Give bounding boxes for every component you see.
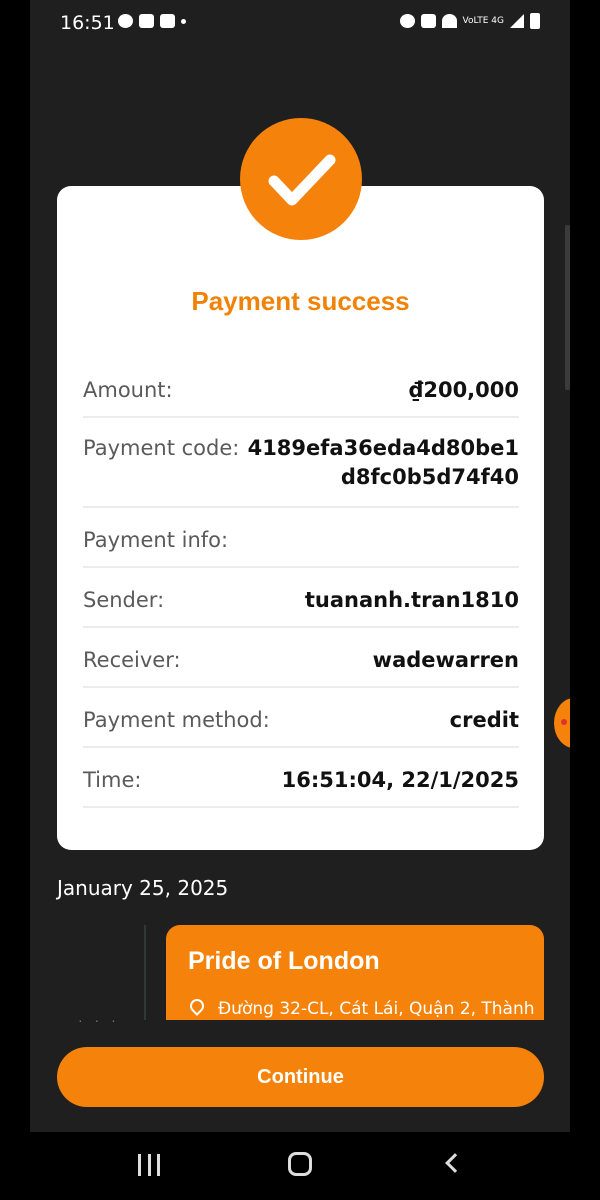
mute-icon [420, 14, 436, 28]
detail-row-payment-info: Payment info: [83, 508, 519, 568]
video-icon [160, 14, 175, 28]
detail-label: Payment method: [83, 708, 270, 732]
phone-screen: 16:51 VoLTE 4G January 25, 2025 · · · Pr… [30, 0, 570, 1200]
detail-row-sender: Sender: tuananh.tran1810 [83, 568, 519, 628]
detail-label: Sender: [83, 588, 165, 612]
gallery-icon [139, 14, 154, 28]
signal-icon [510, 14, 524, 28]
battery-icon [530, 13, 540, 29]
event-address: Đường 32-CL, Cát Lái, Quận 2, Thành [218, 999, 535, 1019]
detail-label: Payment info: [83, 528, 229, 552]
detail-value: wadewarren [372, 648, 519, 672]
modal-title: Payment success [191, 286, 410, 316]
date-heading: January 25, 2025 [57, 876, 229, 900]
home-icon[interactable] [288, 1152, 312, 1176]
more-notifications-icon [181, 18, 186, 24]
messenger-icon [118, 14, 133, 28]
detail-label: Payment code: [83, 436, 240, 460]
detail-row-time: Time: 16:51:04, 22/1/2025 [83, 748, 519, 808]
alarm-icon [399, 14, 415, 28]
payment-details: Amount: ₫200,000 Payment code: 4189efa36… [83, 358, 519, 808]
detail-value: credit [449, 708, 519, 732]
network-label: VoLTE 4G [462, 15, 504, 26]
background-map-marker [554, 698, 570, 748]
detail-row-payment-code: Payment code: 4189efa36eda4d80be1d8fc0b5… [83, 418, 519, 508]
timeline-line [144, 925, 146, 1020]
status-time: 16:51 [60, 12, 115, 34]
hotspot-icon [441, 14, 457, 28]
timeline-dots: · · · [78, 1012, 120, 1028]
detail-label: Time: [83, 768, 142, 792]
notification-icons [118, 14, 186, 28]
detail-label: Receiver: [83, 648, 181, 672]
detail-value: 16:51:04, 22/1/2025 [281, 768, 519, 792]
success-check-icon [240, 118, 362, 240]
detail-value: tuananh.tran1810 [304, 588, 519, 612]
recent-apps-icon[interactable] [138, 1154, 160, 1176]
detail-label: Amount: [83, 378, 173, 402]
status-bar: 16:51 VoLTE 4G [30, 0, 570, 48]
event-card[interactable]: Pride of London Đường 32-CL, Cát Lái, Qu… [166, 925, 544, 1020]
background-scroll-indicator [565, 225, 570, 390]
payment-success-modal: Payment success Amount: ₫200,000 Payment… [57, 186, 544, 850]
system-nav-bar [30, 1132, 570, 1200]
detail-row-payment-method: Payment method: credit [83, 688, 519, 748]
continue-button[interactable]: Continue [57, 1047, 544, 1107]
system-icons: VoLTE 4G [399, 13, 540, 29]
detail-row-amount: Amount: ₫200,000 [83, 358, 519, 418]
event-title: Pride of London [188, 947, 380, 975]
location-pin-icon [187, 996, 207, 1016]
detail-row-receiver: Receiver: wadewarren [83, 628, 519, 688]
detail-value: ₫200,000 [408, 378, 519, 402]
detail-value: 4189efa36eda4d80be1d8fc0b5d74f40 [247, 436, 519, 489]
back-icon[interactable] [445, 1153, 465, 1173]
